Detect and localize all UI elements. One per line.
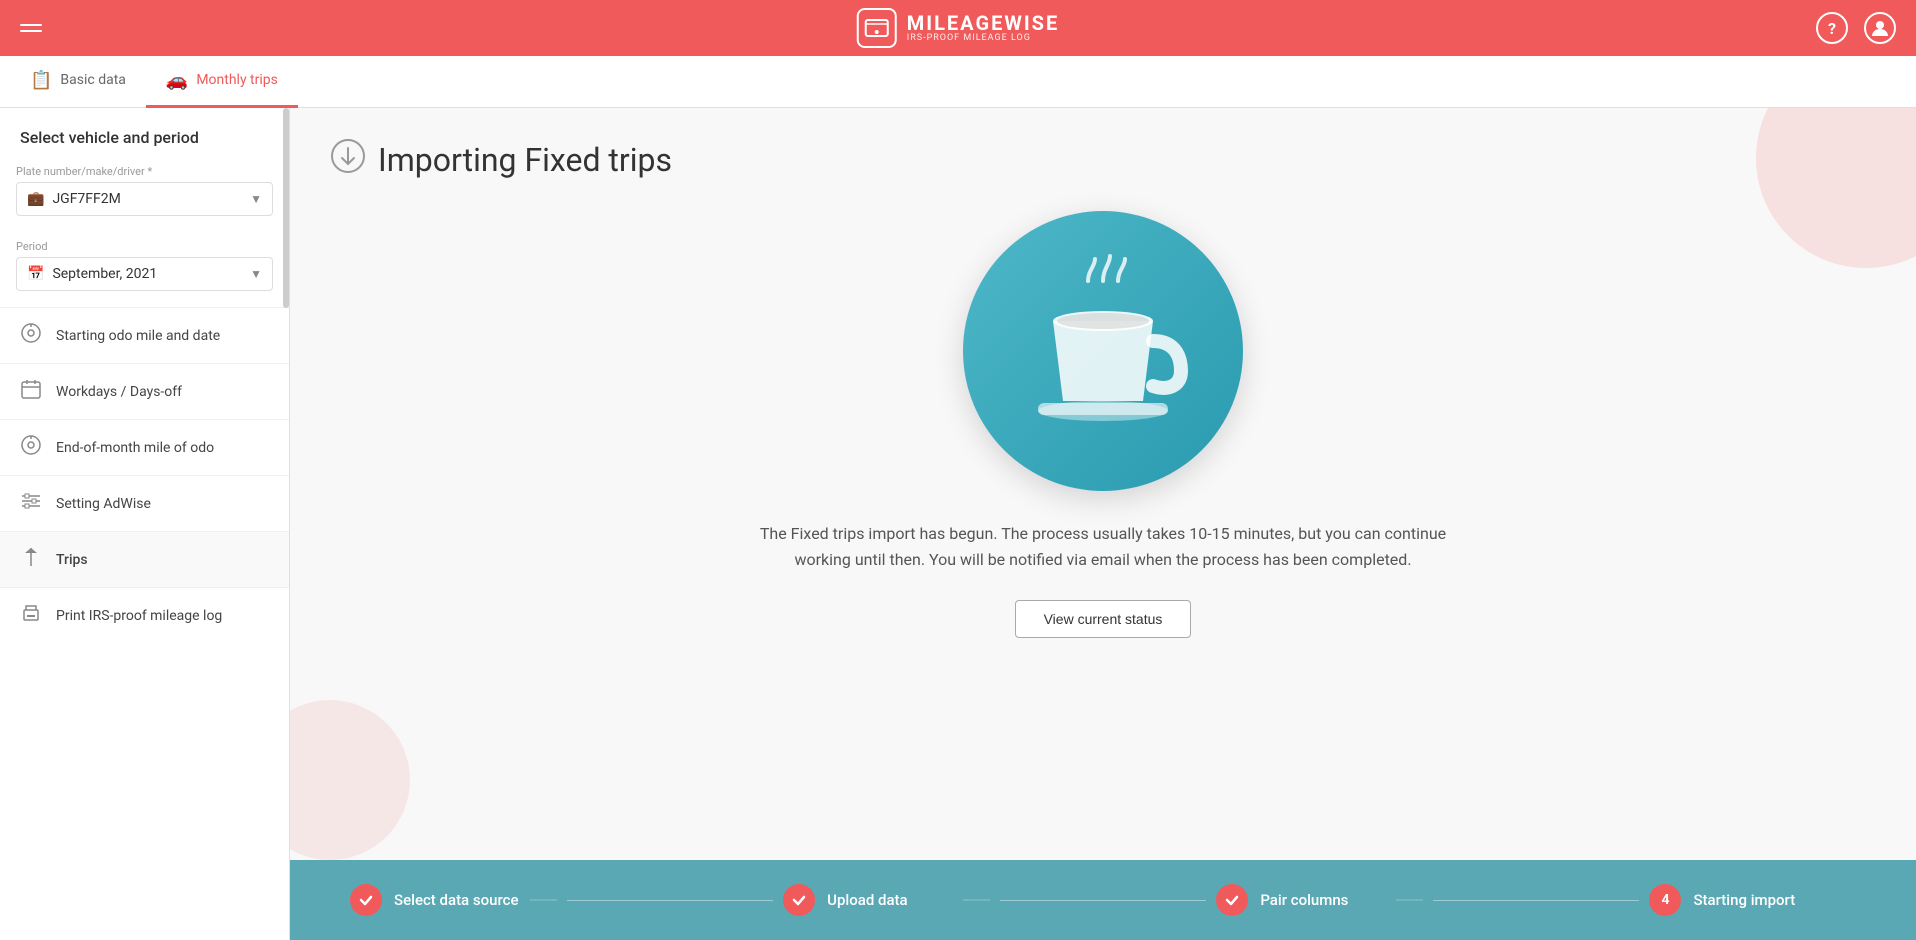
monthly-trips-icon: 🚗 xyxy=(166,70,188,91)
sidebar-section-title: Select vehicle and period xyxy=(0,108,289,157)
tab-monthly-trips[interactable]: 🚗 Monthly trips xyxy=(146,56,298,108)
app-logo: MILEAGEWISE IRS-PROOF MILEAGE LOG xyxy=(857,8,1060,48)
sidebar-item-trips[interactable]: Trips xyxy=(0,531,289,587)
wizard-step-4-circle: 4 xyxy=(1649,884,1681,916)
logo-subtitle: IRS-PROOF MILEAGE LOG xyxy=(907,33,1060,43)
illustration xyxy=(963,211,1243,491)
period-dropdown-label: Period xyxy=(16,240,273,253)
logo-title: MILEAGEWISE xyxy=(907,13,1060,33)
sidebar-item-setting-adwise[interactable]: Setting AdWise xyxy=(0,475,289,531)
sidebar-scrollbar[interactable] xyxy=(283,108,289,308)
wizard-step-4-label: Starting import xyxy=(1693,891,1795,909)
content-area: Importing Fixed trips xyxy=(290,108,1916,940)
sidebar: Select vehicle and period Plate number/m… xyxy=(0,108,290,940)
import-icon xyxy=(330,138,366,181)
sidebar-item-starting-odo-label: Starting odo mile and date xyxy=(56,328,220,344)
calendar-icon: 📅 xyxy=(27,266,44,282)
sidebar-item-end-of-month-label: End-of-month mile of odo xyxy=(56,440,214,456)
vehicle-dropdown-label: Plate number/make/driver * xyxy=(16,165,273,178)
view-status-button[interactable]: View current status xyxy=(1015,600,1192,638)
sidebar-item-print[interactable]: Print IRS-proof mileage log xyxy=(0,587,289,643)
tab-basic-data-label: Basic data xyxy=(60,72,125,88)
vehicle-value: JGF7FF2M xyxy=(52,191,242,207)
wizard-step-1-label: Select data source xyxy=(394,891,518,909)
coffee-cup-svg xyxy=(1003,251,1203,451)
page-header: Importing Fixed trips xyxy=(330,138,672,181)
sidebar-item-adwise-label: Setting AdWise xyxy=(56,496,151,512)
wizard-step-2: Upload data xyxy=(783,884,990,916)
description-text: The Fixed trips import has begun. The pr… xyxy=(733,521,1473,572)
logo-text: MILEAGEWISE IRS-PROOF MILEAGE LOG xyxy=(907,13,1060,43)
print-icon xyxy=(20,602,42,629)
wizard-step-1-circle xyxy=(350,884,382,916)
period-dropdown[interactable]: 📅 September, 2021 ▼ xyxy=(16,257,273,291)
coffee-circle xyxy=(963,211,1243,491)
tab-monthly-trips-label: Monthly trips xyxy=(196,72,278,88)
sidebar-item-starting-odo[interactable]: Starting odo mile and date xyxy=(0,307,289,363)
period-chevron-icon: ▼ xyxy=(250,267,262,281)
wizard-step-3-circle xyxy=(1216,884,1248,916)
vehicle-dropdown-group: Plate number/make/driver * 💼 JGF7FF2M ▼ xyxy=(0,157,289,232)
period-dropdown-group: Period 📅 September, 2021 ▼ xyxy=(0,232,289,307)
end-odo-icon xyxy=(20,434,42,461)
help-button[interactable]: ? xyxy=(1816,12,1848,44)
wizard-step-2-circle xyxy=(783,884,815,916)
basic-data-icon: 📋 xyxy=(30,70,52,91)
profile-button[interactable] xyxy=(1864,12,1896,44)
wizard-step-1: Select data source xyxy=(350,884,557,916)
wizard-step-2-label: Upload data xyxy=(827,891,907,909)
workdays-icon xyxy=(20,378,42,405)
vehicle-icon: 💼 xyxy=(27,191,44,207)
adwise-icon xyxy=(20,490,42,517)
step-connector-1 xyxy=(567,900,774,901)
step-connector-3 xyxy=(1433,900,1640,901)
menu-button[interactable] xyxy=(20,24,42,32)
vehicle-chevron-icon: ▼ xyxy=(250,192,262,206)
header-actions: ? xyxy=(1816,12,1896,44)
sidebar-item-workdays-label: Workdays / Days-off xyxy=(56,384,182,400)
trips-icon xyxy=(20,546,42,573)
wizard-bar: Select data source Upload data P xyxy=(290,860,1916,940)
logo-icon xyxy=(857,8,897,48)
odo-icon xyxy=(20,322,42,349)
tabs-bar: 📋 Basic data 🚗 Monthly trips xyxy=(0,56,1916,108)
vehicle-dropdown[interactable]: 💼 JGF7FF2M ▼ xyxy=(16,182,273,216)
sidebar-item-end-of-month[interactable]: End-of-month mile of odo xyxy=(0,419,289,475)
wizard-step-3-label: Pair columns xyxy=(1260,891,1348,909)
page-title: Importing Fixed trips xyxy=(378,141,672,179)
content-inner: Importing Fixed trips xyxy=(290,108,1916,860)
sidebar-item-print-label: Print IRS-proof mileage log xyxy=(56,608,222,624)
main-layout: Select vehicle and period Plate number/m… xyxy=(0,108,1916,940)
period-value: September, 2021 xyxy=(52,266,242,282)
tab-basic-data[interactable]: 📋 Basic data xyxy=(10,56,146,108)
sidebar-item-trips-label: Trips xyxy=(56,552,88,568)
wizard-step-4: 4 Starting import xyxy=(1649,884,1856,916)
wizard-step-3: Pair columns xyxy=(1216,884,1423,916)
step-connector-2 xyxy=(1000,900,1207,901)
sidebar-item-workdays[interactable]: Workdays / Days-off xyxy=(0,363,289,419)
app-header: MILEAGEWISE IRS-PROOF MILEAGE LOG ? xyxy=(0,0,1916,56)
